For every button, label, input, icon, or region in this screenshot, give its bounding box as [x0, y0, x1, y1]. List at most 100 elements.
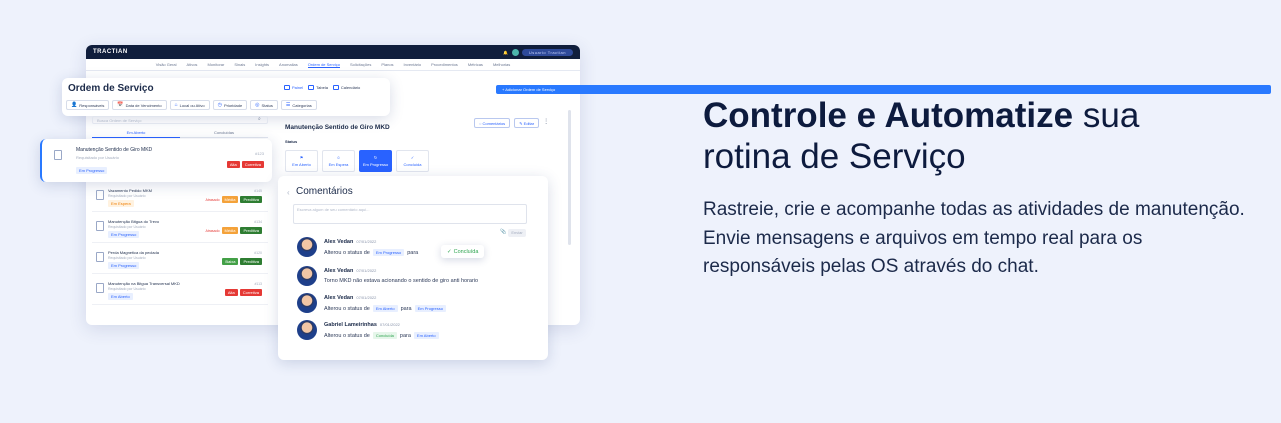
nav-item[interactable]: Ativos	[187, 62, 198, 67]
late-label: Atrasado	[205, 197, 220, 202]
avatar	[297, 237, 317, 257]
selected-title: Manutenção Sentido de Giro MKD	[76, 147, 153, 153]
list-item-number: #134	[254, 220, 262, 224]
list-item[interactable]: Perda Magnetica da peclada Requisitado po…	[92, 246, 268, 274]
wait-icon: ☺	[336, 155, 341, 160]
headline: Controle e Automatize sua rotina de Serv…	[703, 95, 1243, 177]
view-painel-label: Painel	[292, 85, 304, 90]
chevron-left-icon[interactable]: ‹	[287, 188, 290, 197]
status-chip: Em Progresso	[108, 262, 140, 269]
send-button[interactable]: Enviar	[508, 229, 526, 237]
comments-button[interactable]: ◌ Comentários	[474, 118, 511, 128]
headline-line2: rotina de Serviço	[703, 137, 966, 176]
filter-1[interactable]: 👤 Responsáveis	[66, 100, 110, 110]
list-item[interactable]: Manutenção na Bitgua Transversal MKD Requ…	[92, 277, 268, 305]
comment-item: Gabriel Lameirinhas 07/01/2022 Alterou o s…	[297, 320, 537, 346]
to-status-chip: Em Aberto	[413, 332, 439, 339]
nav-item[interactable]: Anomalias	[279, 62, 298, 67]
selected-work-order[interactable]: Manutenção Sentido de Giro MKD Requisita…	[40, 139, 272, 182]
nav-item[interactable]: Melhorias	[493, 62, 510, 67]
document-icon	[96, 190, 104, 200]
comment-mid: para	[400, 305, 412, 312]
comment-mid: para	[407, 249, 419, 256]
status-em-espera[interactable]: ☺ Em Espera	[322, 150, 355, 172]
category-tag: Preditiva	[240, 196, 262, 203]
headline-rest: sua	[1073, 96, 1140, 135]
filter-4[interactable]: ◷ Prioridade	[212, 100, 248, 110]
scrollbar[interactable]	[568, 110, 571, 245]
filter-icon: ⌂	[174, 102, 178, 108]
document-icon	[96, 283, 104, 293]
filter-3[interactable]: ⌂ Local ou Ativo	[169, 100, 210, 110]
comment-date: 07/01/2022	[379, 322, 400, 327]
status-concluida[interactable]: ✓ Concluída	[396, 150, 429, 172]
comment-input[interactable]: Escreva algum de seu comentário aqui...	[293, 204, 527, 224]
status-concluida-label: Concluída	[403, 162, 422, 167]
nav-item[interactable]: Insights	[255, 62, 269, 67]
list-item[interactable]: Vazamento Pedido MKM Requisitado por Usuá…	[92, 184, 268, 212]
nav-item[interactable]: Procedimentos	[431, 62, 458, 67]
late-label: Atrasado	[205, 228, 220, 233]
filter-icon: 👤	[71, 102, 78, 108]
document-icon	[96, 221, 104, 231]
page-title: Ordem de Serviço	[68, 83, 154, 94]
nav-item[interactable]: Monitorar	[207, 62, 224, 67]
filter-6[interactable]: ☰ Categorias	[280, 100, 317, 110]
tab-done[interactable]: Concluídas	[180, 128, 268, 138]
comment-item: Alex Vedan 07/01/2022 Torno MKD não estava…	[297, 266, 537, 292]
bell-icon[interactable]: 🔔	[503, 50, 508, 55]
table-icon	[308, 85, 315, 90]
edit-button-label: Editar	[523, 120, 535, 126]
detail-actions: ◌ Comentários ✎ Editar ⋮	[474, 118, 549, 128]
description-paragraph: Rastreie, crie e acompanhe todas as ativ…	[703, 199, 1245, 277]
nav-item[interactable]: Solicitações	[350, 62, 371, 67]
view-calendario[interactable]: Calendário	[332, 85, 361, 90]
priority-tag: Alta	[224, 289, 238, 296]
list-item[interactable]: Manutenção Bitgua do Trevo Requisitado po…	[92, 215, 268, 243]
search-input[interactable]: Busca Ordem de Serviço	[92, 116, 268, 124]
filter-label: Categorias	[292, 102, 312, 108]
detail-title: Manutenção Sentido de Giro MKD	[285, 124, 390, 131]
list-item-number: #145	[254, 189, 262, 193]
selected-number: #123	[255, 151, 264, 156]
category-tag: Corretiva	[241, 161, 264, 168]
filter-label: Status	[261, 102, 273, 108]
add-work-order-button[interactable]: + Adicionar Ordem de Serviço	[496, 85, 1271, 94]
list-tabs: Em Aberto Concluídas	[92, 128, 268, 138]
refresh-icon: ↻	[373, 155, 378, 160]
list-item-title: Vazamento Pedido MKM	[108, 188, 152, 193]
priority-tag: Alta	[226, 161, 240, 168]
calendar-icon	[332, 85, 339, 90]
to-status-chip: Em Progresso	[414, 305, 446, 312]
tab-open[interactable]: Em Aberto	[92, 128, 180, 138]
more-options-icon[interactable]: ⋮	[543, 118, 549, 128]
nav-item[interactable]: Inventário	[404, 62, 422, 67]
list-item-subtitle: Requisitado por Usuário	[108, 225, 146, 229]
search-icon[interactable]: ⌕	[258, 116, 261, 122]
comment-author: Gabriel Lameirinhas	[324, 322, 377, 328]
view-painel[interactable]: Painel	[284, 85, 303, 90]
user-menu[interactable]: Usuario Tractian	[521, 48, 573, 56]
filter-label: Data de Vencimento	[125, 102, 162, 108]
view-tabela[interactable]: Tabela	[308, 85, 328, 90]
filter-2[interactable]: 📅 Data de Vencimento	[112, 100, 167, 110]
status-em-aberto[interactable]: ⚑ Em Aberto	[285, 150, 318, 172]
nav-item[interactable]: Sinais	[234, 62, 245, 67]
from-status-chip: Em Aberto	[372, 305, 398, 312]
nav-item[interactable]: Visão Geral	[156, 62, 177, 67]
priority-tag: Média	[221, 196, 239, 203]
edit-button[interactable]: ✎ Editar	[514, 118, 540, 128]
avatar[interactable]	[511, 48, 519, 56]
view-switcher: Painel Tabela Calendário	[284, 85, 360, 90]
nav-item[interactable]: Ordem de Serviço	[307, 62, 340, 68]
view-calendario-label: Calendário	[340, 85, 361, 90]
list-item-subtitle: Requisitado por Usuário	[108, 256, 146, 260]
nav-item[interactable]: Métricas	[468, 62, 483, 67]
list-item-title: Perda Magnetica da peclada	[108, 250, 159, 255]
status-em-progresso[interactable]: ↻ Em Progresso	[359, 150, 392, 172]
headline-bold: Controle e Automatize	[703, 96, 1074, 135]
nav-item[interactable]: Planos	[381, 62, 393, 67]
category-tag: Preditiva	[240, 227, 262, 234]
paperclip-icon[interactable]: 📎	[500, 229, 506, 235]
filter-5[interactable]: ◎ Status	[250, 100, 278, 110]
